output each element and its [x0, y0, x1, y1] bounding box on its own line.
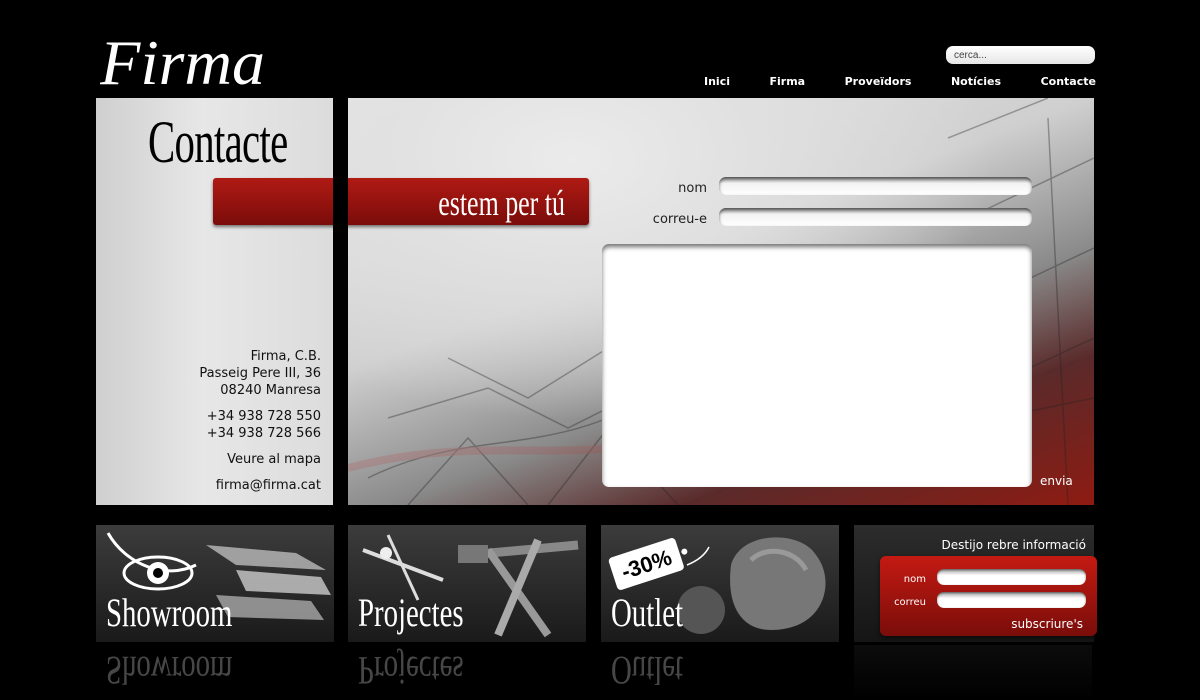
outlet-label: Outlet: [611, 590, 683, 635]
send-button[interactable]: envia: [1040, 474, 1073, 488]
tagline-banner: estem per tú: [213, 178, 589, 225]
name-label: nom: [678, 181, 707, 196]
main-nav: Inici Firma Proveïdors Notícies Contacte: [704, 75, 1096, 91]
subscribe-form-box: nom correu subscriure's: [880, 556, 1097, 636]
nav-item-firma[interactable]: Firma: [770, 75, 806, 91]
newsletter-subscribe-panel: Destijo rebre informació nom correu subs…: [854, 525, 1097, 642]
subscribe-button[interactable]: subscriure's: [1011, 617, 1083, 631]
email-link[interactable]: firma@firma.cat: [199, 477, 321, 494]
nav-item-contacte[interactable]: Contacte: [1041, 75, 1096, 91]
message-textarea[interactable]: [602, 244, 1032, 487]
projectes-reflection: Projectes: [348, 645, 586, 700]
logo-text: Firma: [100, 30, 265, 92]
projectes-tile[interactable]: Projectes: [348, 525, 586, 642]
tagline-text: estem per tú: [438, 183, 565, 223]
company-name: Firma, C.B.: [250, 349, 321, 364]
name-input[interactable]: [719, 177, 1032, 195]
street-address: Passeig Pere III, 36: [199, 366, 321, 381]
contact-address: Firma, C.B. Passeig Pere III, 36 08240 M…: [199, 348, 321, 494]
phone-number-1: +34 938 728 550: [206, 409, 321, 424]
banner-divider: [333, 178, 348, 225]
nav-item-inici[interactable]: Inici: [704, 75, 730, 91]
map-link[interactable]: Veure al mapa: [199, 451, 321, 468]
phone-number-2: +34 938 728 566: [206, 426, 321, 441]
projectes-reflection-label: Projectes: [358, 648, 464, 693]
outlet-tile[interactable]: -30% Outlet: [601, 525, 839, 642]
subscribe-name-input[interactable]: [937, 569, 1086, 585]
subscribe-email-input[interactable]: [937, 592, 1086, 608]
outlet-reflection: Outlet: [601, 645, 839, 700]
outlet-reflection-label: Outlet: [611, 648, 683, 693]
nav-item-noticies[interactable]: Notícies: [951, 75, 1001, 91]
firma-logo-icon: Firma: [99, 27, 265, 98]
email-input[interactable]: [719, 208, 1032, 226]
discount-tag-icon: -30%: [608, 538, 688, 590]
city-address: 08240 Manresa: [220, 383, 321, 398]
site-logo[interactable]: Firma: [99, 27, 270, 98]
showroom-reflection-label: Showroom: [106, 648, 233, 693]
email-label: correu-e: [652, 212, 707, 227]
showroom-label: Showroom: [106, 590, 233, 635]
showroom-tile[interactable]: Showroom: [96, 525, 334, 642]
subscribe-reflection: [854, 645, 1092, 700]
nav-item-proveidors[interactable]: Proveïdors: [845, 75, 912, 91]
search-input[interactable]: [946, 46, 1095, 64]
subscribe-email-label: correu: [894, 597, 926, 608]
contact-sidebar: Contacte Firma, C.B. Passeig Pere III, 3…: [96, 98, 333, 505]
page-title: Contacte: [148, 109, 288, 175]
showroom-reflection: Showroom: [96, 645, 334, 700]
projectes-label: Projectes: [358, 590, 464, 635]
subscribe-name-label: nom: [903, 574, 926, 585]
subscribe-heading: Destijo rebre informació: [941, 538, 1087, 552]
